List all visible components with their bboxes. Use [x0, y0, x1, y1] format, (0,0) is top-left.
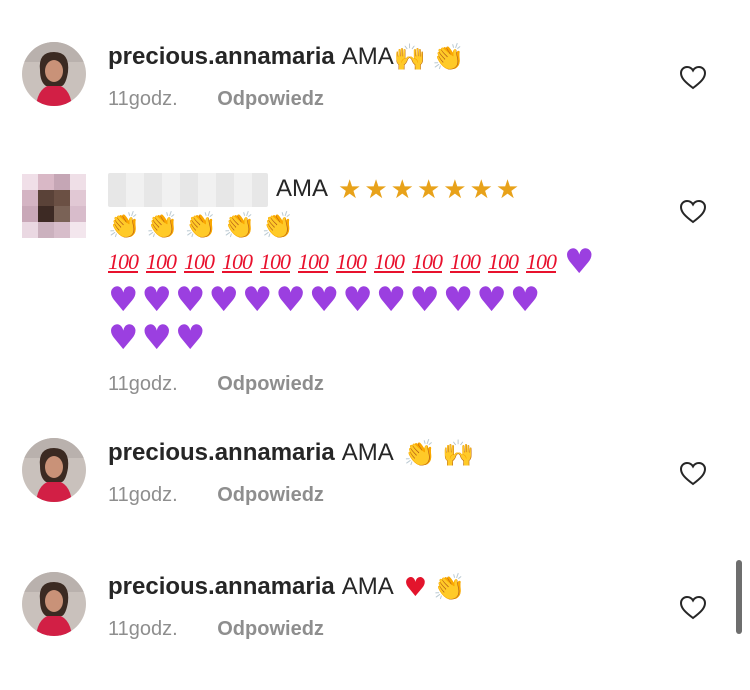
clapping-hands-icon: 👏 — [146, 211, 179, 242]
comments-page: precious.annamaria AMA🙌 👏 11godz. Odpowied… — [0, 0, 750, 690]
comment-emoji-line: 👏 👏 👏 👏 👏 — [108, 209, 648, 243]
avatar-image — [22, 572, 86, 636]
comment-body: precious.annamaria AMA ♥ 👏 11godz. Odpowied… — [108, 570, 648, 642]
clapping-hands-icon: 👏 — [403, 438, 437, 469]
comment-username[interactable]: precious.annamaria — [108, 43, 335, 70]
comment-timestamp: 11godz. — [108, 372, 178, 395]
avatar[interactable] — [22, 572, 86, 636]
star-struck-icon: ★ — [495, 174, 520, 205]
raised-hands-icon: 🙌 — [442, 438, 475, 469]
clapping-hands-icon: 👏 — [261, 211, 294, 242]
hundred-points-icon: 100 — [526, 248, 557, 274]
hundred-points-icon: 100 — [412, 248, 443, 274]
comment-meta: 11godz. Odpowiedz — [108, 616, 648, 642]
purple-heart-icon: ♥ — [208, 279, 239, 320]
star-struck-icon: ★ — [338, 174, 362, 205]
comment-text-line: precious.annamaria AMA🙌 👏 — [108, 40, 648, 74]
purple-heart-icon: ♥ — [375, 279, 407, 320]
clapping-hands-icon: 👏 — [108, 211, 141, 242]
blurred-username[interactable] — [108, 172, 268, 207]
purple-heart-icon: ♥ — [409, 279, 440, 320]
comment-emoji-line: 100 100 100 100 100 100 100 100 100 100 100 100 ♥ — [108, 243, 648, 281]
reply-button[interactable]: Odpowiedz — [217, 482, 324, 508]
comment-text: AMA — [341, 439, 394, 466]
star-struck-icon: ★ — [443, 174, 467, 205]
clapping-hands-icon: 👏 — [433, 572, 466, 603]
comment-meta: 11godz. Odpowiedz — [108, 371, 648, 397]
reply-button[interactable]: Odpowiedz — [217, 86, 324, 112]
comment-text: AMA — [341, 43, 394, 70]
hundred-points-icon: 100 — [298, 248, 329, 274]
purple-heart-icon: ♥ — [476, 279, 507, 320]
comment-meta: 11godz. Odpowiedz — [108, 86, 648, 112]
like-heart-icon[interactable] — [680, 462, 706, 486]
comment-text-line: precious.annamaria AMA 👏 🙌 — [108, 436, 648, 470]
purple-heart-icon: ♥ — [509, 279, 541, 320]
like-heart-icon[interactable] — [680, 596, 706, 620]
raised-hands-icon: 🙌 — [393, 42, 427, 73]
reply-button[interactable]: Odpowiedz — [217, 616, 324, 642]
hundred-points-icon: 100 — [184, 248, 215, 274]
clapping-hands-icon: 👏 — [223, 211, 256, 242]
star-struck-icon: ★ — [364, 174, 388, 205]
purple-heart-icon: ♥ — [564, 241, 595, 282]
star-struck-icon: ★ — [416, 174, 441, 205]
comment-emoji-line: ♥♥♥ — [108, 319, 648, 357]
purple-heart-icon: ♥ — [442, 279, 474, 320]
purple-heart-icon: ♥ — [141, 279, 172, 320]
comment-body: precious.annamaria AMA 👏 🙌 11godz. Odpowied… — [108, 436, 648, 508]
hundred-points-icon: 100 — [222, 248, 253, 274]
comment-username[interactable]: precious.annamaria — [108, 439, 335, 466]
hundred-points-icon: 100 — [488, 248, 519, 274]
avatar-image — [22, 42, 86, 106]
comment-timestamp: 11godz. — [108, 88, 178, 110]
comment-text-line: precious.annamaria AMA ♥ 👏 — [108, 570, 648, 604]
purple-heart-icon: ♥ — [108, 279, 139, 320]
purple-heart-icon: ♥ — [342, 279, 373, 320]
purple-heart-icon: ♥ — [141, 317, 172, 358]
avatar[interactable] — [22, 438, 86, 502]
hundred-points-icon: 100 — [260, 248, 291, 274]
clapping-hands-icon: 👏 — [184, 211, 218, 242]
comment-text: AMA — [341, 573, 394, 600]
purple-heart-icon: ♥ — [108, 317, 139, 358]
comment-emoji-line: ♥♥♥♥♥♥♥♥♥♥♥♥♥ — [108, 281, 648, 319]
comment-text-line: AMA ★ ★ ★ ★ ★ ★ ★ — [108, 172, 648, 207]
hundred-points-icon: 100 — [450, 248, 481, 274]
comment-body: precious.annamaria AMA🙌 👏 11godz. Odpowied… — [108, 40, 648, 112]
purple-heart-icon: ♥ — [174, 317, 206, 358]
hundred-points-icon: 100 — [108, 248, 139, 274]
comment-body: AMA ★ ★ ★ ★ ★ ★ ★ 👏 👏 👏 👏 👏 100 100 100 100 100 100 100 10… — [108, 172, 648, 397]
like-heart-icon[interactable] — [680, 66, 706, 90]
hundred-points-icon: 100 — [146, 248, 177, 274]
hundred-points-icon: 100 — [374, 248, 405, 274]
comment-timestamp: 11godz. — [108, 618, 178, 640]
scrollbar[interactable] — [736, 560, 742, 634]
avatar[interactable] — [22, 42, 86, 106]
purple-heart-icon: ♥ — [241, 279, 273, 320]
comment-text: AMA — [276, 175, 329, 202]
purple-heart-icon: ♥ — [174, 279, 206, 320]
star-struck-icon: ★ — [390, 174, 414, 205]
hundred-points-icon: 100 — [336, 248, 367, 274]
like-heart-icon[interactable] — [680, 200, 706, 224]
star-struck-icon: ★ — [469, 174, 493, 205]
reply-button[interactable]: Odpowiedz — [217, 371, 324, 397]
comment-timestamp: 11godz. — [108, 484, 178, 506]
avatar-image — [22, 438, 86, 502]
avatar[interactable] — [22, 174, 86, 238]
purple-heart-icon: ♥ — [275, 279, 306, 320]
purple-heart-icon: ♥ — [308, 279, 340, 320]
comment-meta: 11godz. Odpowiedz — [108, 482, 648, 508]
comment-username[interactable]: precious.annamaria — [108, 573, 335, 600]
clapping-hands-icon: 👏 — [432, 42, 465, 73]
red-heart-icon: ♥ — [403, 572, 428, 603]
